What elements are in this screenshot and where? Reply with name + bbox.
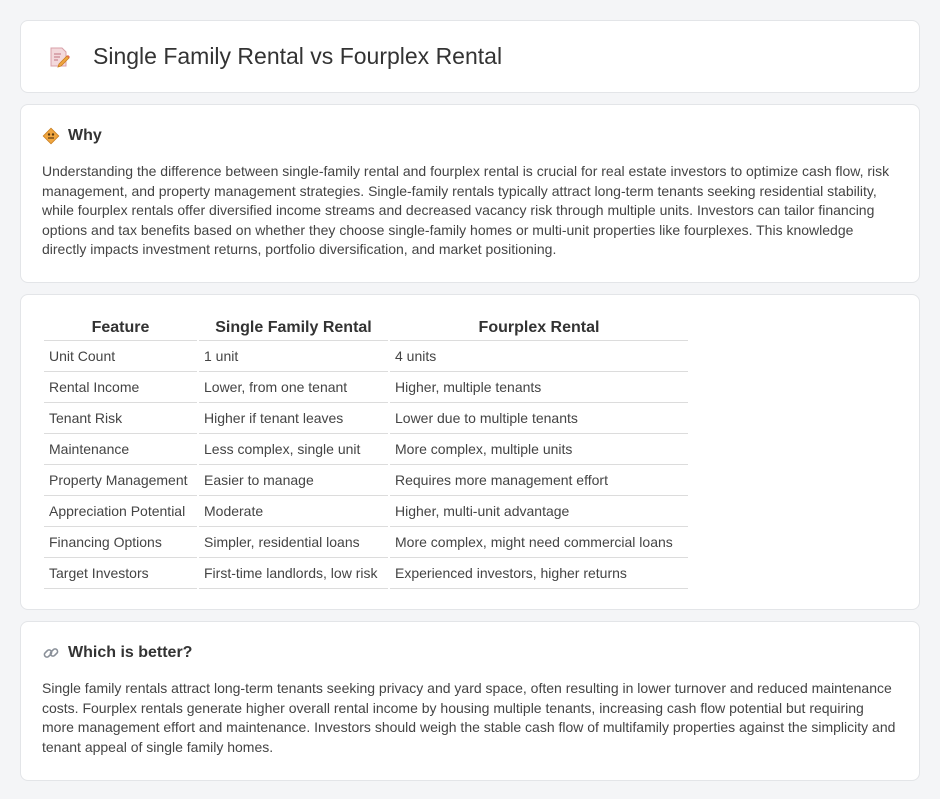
comparison-table: Feature Single Family Rental Fourplex Re…: [42, 315, 690, 589]
feature-cell: Property Management: [44, 465, 197, 496]
why-header: Why: [42, 127, 898, 145]
column-header-single-family: Single Family Rental: [199, 315, 388, 341]
fourplex-cell: Lower due to multiple tenants: [390, 403, 688, 434]
link-icon: [42, 644, 60, 662]
feature-cell: Tenant Risk: [44, 403, 197, 434]
table-row: Financing Options Simpler, residential l…: [44, 527, 688, 558]
fourplex-cell: Higher, multiple tenants: [390, 372, 688, 403]
single-family-cell: Moderate: [199, 496, 388, 527]
fourplex-cell: 4 units: [390, 341, 688, 372]
page-title: Single Family Rental vs Fourplex Rental: [93, 43, 503, 69]
comparison-table-card: Feature Single Family Rental Fourplex Re…: [20, 294, 920, 610]
table-row: Unit Count 1 unit 4 units: [44, 341, 688, 372]
better-header: Which is better?: [42, 644, 898, 662]
better-title: Which is better?: [68, 644, 193, 661]
feature-cell: Unit Count: [44, 341, 197, 372]
feature-cell: Maintenance: [44, 434, 197, 465]
table-row: Maintenance Less complex, single unit Mo…: [44, 434, 688, 465]
which-is-better-section: Which is better? Single family rentals a…: [20, 621, 920, 781]
single-family-cell: Simpler, residential loans: [199, 527, 388, 558]
feature-cell: Rental Income: [44, 372, 197, 403]
fourplex-cell: Higher, multi-unit advantage: [390, 496, 688, 527]
column-header-fourplex: Fourplex Rental: [390, 315, 688, 341]
single-family-cell: Lower, from one tenant: [199, 372, 388, 403]
fourplex-cell: Experienced investors, higher returns: [390, 558, 688, 589]
single-family-cell: Easier to manage: [199, 465, 388, 496]
why-title: Why: [68, 127, 102, 144]
better-text: Single family rentals attract long-term …: [42, 680, 896, 755]
feature-cell: Target Investors: [44, 558, 197, 589]
page: Single Family Rental vs Fourplex Rental …: [0, 0, 940, 781]
feature-cell: Appreciation Potential: [44, 496, 197, 527]
column-header-feature: Feature: [44, 315, 197, 341]
single-family-cell: Less complex, single unit: [199, 434, 388, 465]
table-header-row: Feature Single Family Rental Fourplex Re…: [44, 315, 688, 341]
table-row: Property Management Easier to manage Req…: [44, 465, 688, 496]
table-row: Rental Income Lower, from one tenant Hig…: [44, 372, 688, 403]
fourplex-cell: More complex, might need commercial loan…: [390, 527, 688, 558]
single-family-cell: 1 unit: [199, 341, 388, 372]
fourplex-cell: Requires more management effort: [390, 465, 688, 496]
table-row: Target Investors First-time landlords, l…: [44, 558, 688, 589]
why-section: Why Understanding the difference between…: [20, 104, 920, 283]
table-row: Tenant Risk Higher if tenant leaves Lowe…: [44, 403, 688, 434]
fourplex-cell: More complex, multiple units: [390, 434, 688, 465]
title-card: Single Family Rental vs Fourplex Rental: [20, 20, 920, 93]
document-pencil-icon: [47, 45, 71, 69]
single-family-cell: Higher if tenant leaves: [199, 403, 388, 434]
single-family-cell: First-time landlords, low risk: [199, 558, 388, 589]
table-row: Appreciation Potential Moderate Higher, …: [44, 496, 688, 527]
why-text: Understanding the difference between sin…: [42, 163, 890, 258]
road-sign-icon: [42, 127, 60, 145]
feature-cell: Financing Options: [44, 527, 197, 558]
